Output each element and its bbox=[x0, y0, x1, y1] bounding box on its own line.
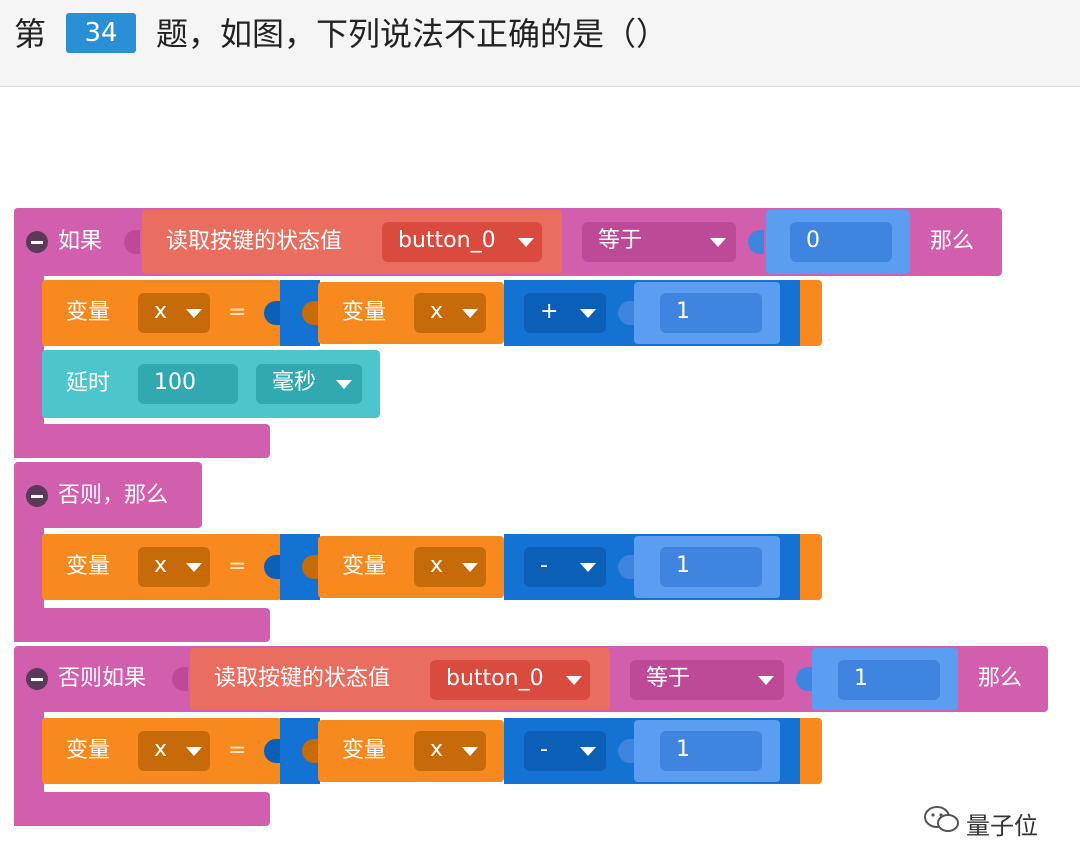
button-dropdown[interactable]: button_0 bbox=[382, 222, 542, 262]
math-operator-dropdown[interactable]: - bbox=[524, 731, 606, 771]
operator-dropdown[interactable]: 等于 bbox=[630, 660, 784, 700]
variable-dropdown[interactable]: x bbox=[138, 731, 210, 771]
question-prefix: 第 bbox=[14, 15, 47, 53]
wechat-icon bbox=[924, 806, 959, 832]
operator-dropdown[interactable]: 等于 bbox=[582, 222, 736, 262]
chevron-down-icon bbox=[566, 676, 582, 685]
elseif-keyword: 否则如果 bbox=[58, 666, 147, 691]
delay-unit-dropdown[interactable]: 毫秒 bbox=[256, 364, 362, 404]
math-operator-dropdown[interactable]: + bbox=[524, 293, 606, 333]
elseif-block-footer[interactable] bbox=[14, 792, 270, 826]
number-input-value: 1 bbox=[676, 553, 690, 578]
variable-dropdown-value: x bbox=[430, 299, 444, 324]
number-input-value: 1 bbox=[676, 737, 690, 762]
chevron-down-icon bbox=[580, 309, 596, 318]
get-variable-label: 变量 bbox=[342, 554, 387, 579]
chevron-down-icon bbox=[518, 238, 534, 247]
delay-unit-value: 毫秒 bbox=[272, 370, 317, 395]
get-variable-label: 变量 bbox=[342, 300, 387, 325]
else-block-footer[interactable] bbox=[14, 608, 270, 642]
number-input-value: 1 bbox=[676, 299, 690, 324]
variable-dropdown-value: x bbox=[154, 553, 168, 578]
read-button-label: 读取按键的状态值 bbox=[166, 229, 343, 254]
collapse-minus-icon[interactable] bbox=[26, 668, 48, 690]
chevron-down-icon bbox=[186, 563, 202, 572]
math-operator-dropdown[interactable]: - bbox=[524, 547, 606, 587]
collapse-minus-icon[interactable] bbox=[26, 231, 48, 253]
number-input-1[interactable]: 1 bbox=[660, 547, 762, 587]
button-dropdown-value: button_0 bbox=[398, 228, 496, 253]
chevron-down-icon bbox=[336, 380, 352, 389]
delay-input[interactable]: 100 bbox=[138, 364, 238, 404]
set-variable-end bbox=[800, 280, 822, 346]
question-header: 第 34 题，如图，下列说法不正确的是（） bbox=[0, 0, 1080, 87]
number-input-0[interactable]: 0 bbox=[790, 222, 892, 262]
chevron-down-icon bbox=[580, 563, 596, 572]
number-input-1[interactable]: 1 bbox=[660, 293, 762, 333]
chevron-down-icon bbox=[462, 309, 478, 318]
button-dropdown[interactable]: button_0 bbox=[430, 660, 590, 700]
question-text: 题，如图，下列说法不正确的是（） bbox=[156, 15, 669, 53]
chevron-down-icon bbox=[186, 309, 202, 318]
else-keyword: 否则，那么 bbox=[58, 483, 169, 508]
variable-dropdown[interactable]: x bbox=[138, 293, 210, 333]
if-block-footer[interactable] bbox=[14, 424, 270, 458]
variable-dropdown[interactable]: x bbox=[138, 547, 210, 587]
then-keyword: 那么 bbox=[930, 229, 975, 254]
set-variable-label: 变量 bbox=[66, 738, 111, 763]
set-variable-end bbox=[800, 718, 822, 784]
set-variable-label: 变量 bbox=[66, 554, 111, 579]
chevron-down-icon bbox=[462, 747, 478, 756]
assign-equals: = bbox=[228, 300, 247, 325]
math-operator-value: + bbox=[540, 299, 559, 324]
variable-dropdown-value: x bbox=[154, 299, 168, 324]
assign-equals: = bbox=[228, 738, 247, 763]
chevron-down-icon bbox=[462, 563, 478, 572]
number-input-value: 0 bbox=[806, 228, 820, 253]
number-input-1[interactable]: 1 bbox=[660, 731, 762, 771]
variable-dropdown-value: x bbox=[430, 553, 444, 578]
watermark-name: 量子位 bbox=[966, 812, 1038, 840]
variable-dropdown[interactable]: x bbox=[414, 293, 486, 333]
then-keyword: 那么 bbox=[978, 666, 1023, 691]
delay-label: 延时 bbox=[66, 371, 111, 396]
math-operator-value: - bbox=[540, 553, 548, 578]
operator-dropdown-value: 等于 bbox=[598, 228, 643, 253]
if-keyword: 如果 bbox=[58, 229, 103, 254]
collapse-minus-icon[interactable] bbox=[26, 485, 48, 507]
operator-dropdown-value: 等于 bbox=[646, 666, 691, 691]
get-variable-label: 变量 bbox=[342, 738, 387, 763]
math-operator-value: - bbox=[540, 737, 548, 762]
chevron-down-icon bbox=[710, 238, 726, 247]
delay-input-value: 100 bbox=[154, 370, 196, 395]
variable-dropdown[interactable]: x bbox=[414, 731, 486, 771]
set-variable-end bbox=[800, 534, 822, 600]
number-input-value: 1 bbox=[854, 666, 868, 691]
button-dropdown-value: button_0 bbox=[446, 666, 544, 691]
number-input-1[interactable]: 1 bbox=[838, 660, 940, 700]
chevron-down-icon bbox=[758, 676, 774, 685]
set-variable-label: 变量 bbox=[66, 300, 111, 325]
read-button-label: 读取按键的状态值 bbox=[214, 666, 391, 691]
assign-equals: = bbox=[228, 554, 247, 579]
variable-dropdown-value: x bbox=[430, 737, 444, 762]
question-number-badge: 34 bbox=[66, 13, 136, 53]
chevron-down-icon bbox=[580, 747, 596, 756]
variable-dropdown[interactable]: x bbox=[414, 547, 486, 587]
chevron-down-icon bbox=[186, 747, 202, 756]
variable-dropdown-value: x bbox=[154, 737, 168, 762]
